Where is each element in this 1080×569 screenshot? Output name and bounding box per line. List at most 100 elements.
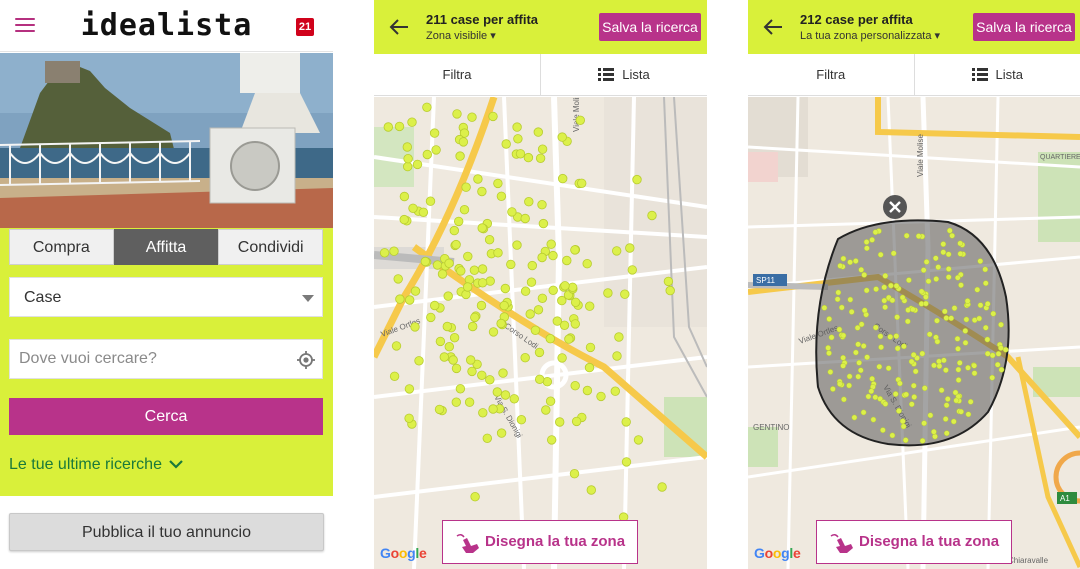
save-search-button[interactable]: Salva la ricerca bbox=[973, 13, 1075, 41]
listing-marker bbox=[834, 296, 841, 303]
listing-marker bbox=[962, 339, 969, 346]
close-zone-icon[interactable] bbox=[882, 194, 908, 220]
listing-marker bbox=[840, 255, 847, 262]
listing-marker bbox=[432, 260, 443, 270]
listing-marker bbox=[945, 274, 952, 280]
listing-marker bbox=[527, 260, 538, 271]
listing-marker bbox=[873, 286, 879, 292]
list-view-button[interactable]: Lista bbox=[540, 54, 707, 95]
listing-marker bbox=[520, 213, 530, 224]
listing-marker bbox=[501, 139, 511, 149]
listing-marker bbox=[389, 371, 400, 382]
listing-marker bbox=[391, 341, 402, 351]
property-type-select[interactable]: Case bbox=[9, 277, 323, 317]
listing-marker bbox=[407, 117, 417, 127]
listing-marker bbox=[488, 327, 499, 337]
listing-marker bbox=[520, 286, 531, 296]
notification-badge[interactable]: 21 bbox=[296, 18, 314, 36]
listing-marker bbox=[478, 408, 488, 418]
results-toolbar: Filtra Lista bbox=[748, 54, 1080, 96]
hero-image bbox=[0, 53, 333, 231]
listing-marker bbox=[943, 367, 949, 373]
listing-marker bbox=[892, 391, 899, 397]
listing-marker bbox=[925, 278, 932, 285]
listing-marker bbox=[868, 388, 875, 395]
tab-affitta[interactable]: Affitta bbox=[113, 229, 219, 265]
listing-marker bbox=[900, 423, 907, 430]
listing-marker bbox=[851, 414, 858, 421]
list-view-button[interactable]: Lista bbox=[913, 54, 1080, 95]
listing-marker bbox=[840, 362, 846, 369]
filter-button[interactable]: Filtra bbox=[374, 54, 540, 95]
listing-marker bbox=[872, 394, 879, 401]
back-arrow-icon[interactable] bbox=[388, 17, 410, 37]
listing-marker bbox=[909, 306, 916, 313]
publish-listing-button[interactable]: Pubblica il tuo annuncio bbox=[9, 513, 324, 551]
tab-compra[interactable]: Compra bbox=[9, 229, 114, 265]
tab-condividi[interactable]: Condividi bbox=[218, 229, 324, 265]
listing-marker bbox=[571, 416, 582, 427]
back-arrow-icon[interactable] bbox=[762, 17, 784, 37]
listing-marker bbox=[582, 385, 593, 396]
custom-zone-screen: 212 case per affita La tua zona personal… bbox=[748, 0, 1080, 569]
listing-marker bbox=[465, 355, 476, 365]
search-button[interactable]: Cerca bbox=[9, 398, 323, 435]
draw-zone-button[interactable]: Disegna la tua zona bbox=[816, 520, 1012, 564]
listing-marker bbox=[485, 375, 495, 385]
listing-marker bbox=[903, 232, 910, 239]
listing-marker bbox=[918, 288, 925, 295]
listing-marker bbox=[463, 251, 473, 262]
listing-marker bbox=[410, 286, 421, 296]
listing-marker bbox=[967, 398, 974, 405]
chevron-down-icon[interactable] bbox=[168, 457, 184, 471]
listing-marker bbox=[896, 408, 902, 414]
listing-marker bbox=[940, 241, 947, 247]
listing-marker bbox=[921, 385, 928, 391]
listing-marker bbox=[657, 482, 667, 492]
map-canvas[interactable]: QUARTIERE FORLANINI SP11 GENTINO Chiaravall… bbox=[748, 97, 1080, 569]
filter-label: Filtra bbox=[442, 67, 472, 82]
recent-searches-link[interactable]: Le tue ultime ricerche bbox=[9, 455, 162, 475]
listing-marker bbox=[507, 207, 517, 217]
area-selector[interactable]: Zona visibile ▾ bbox=[426, 30, 496, 43]
listing-marker bbox=[443, 291, 453, 301]
listing-marker bbox=[512, 122, 522, 132]
listing-marker bbox=[837, 381, 843, 387]
listing-marker bbox=[439, 352, 450, 362]
results-map[interactable]: QUARTIERE FORLANINI SP11 GENTINO Chiaravall… bbox=[748, 97, 1080, 569]
listing-marker bbox=[982, 280, 989, 287]
listing-marker bbox=[575, 115, 586, 126]
listing-marker bbox=[921, 420, 927, 427]
listing-marker bbox=[998, 321, 1004, 328]
listing-marker bbox=[437, 269, 448, 279]
listing-marker bbox=[621, 457, 632, 467]
filter-button[interactable]: Filtra bbox=[748, 54, 914, 95]
listing-marker bbox=[936, 363, 943, 369]
listing-marker bbox=[461, 182, 471, 192]
listing-marker bbox=[477, 264, 488, 274]
results-app-bar: 212 case per affita La tua zona personal… bbox=[748, 0, 1080, 54]
listing-marker bbox=[569, 469, 580, 479]
listing-marker bbox=[940, 249, 947, 256]
map-canvas[interactable]: Corso LodiViale OrtlesVia S. DionigiVial… bbox=[374, 97, 707, 569]
listing-marker bbox=[932, 255, 939, 262]
listing-marker bbox=[989, 374, 996, 381]
listing-marker bbox=[881, 284, 888, 291]
listing-marker bbox=[830, 386, 836, 392]
listing-marker bbox=[948, 315, 955, 322]
listing-marker bbox=[828, 334, 835, 341]
locate-me-icon[interactable] bbox=[296, 350, 316, 370]
listing-marker bbox=[534, 374, 545, 385]
area-selector[interactable]: La tua zona personalizzata ▾ bbox=[800, 30, 940, 43]
listing-marker bbox=[950, 418, 957, 425]
save-search-button[interactable]: Salva la ricerca bbox=[599, 13, 701, 41]
results-map[interactable]: Corso Lodi Viale Ortles Via S. Dionigi Vial… bbox=[374, 97, 707, 569]
results-count-title: 211 case per affita bbox=[426, 12, 539, 27]
listing-marker bbox=[846, 382, 852, 389]
listing-marker bbox=[596, 391, 606, 402]
location-search-input[interactable] bbox=[10, 340, 280, 378]
listing-marker bbox=[865, 393, 872, 400]
draw-zone-button[interactable]: Disegna la tua zona bbox=[442, 520, 638, 564]
listing-marker bbox=[383, 122, 394, 132]
listing-marker bbox=[496, 191, 507, 202]
